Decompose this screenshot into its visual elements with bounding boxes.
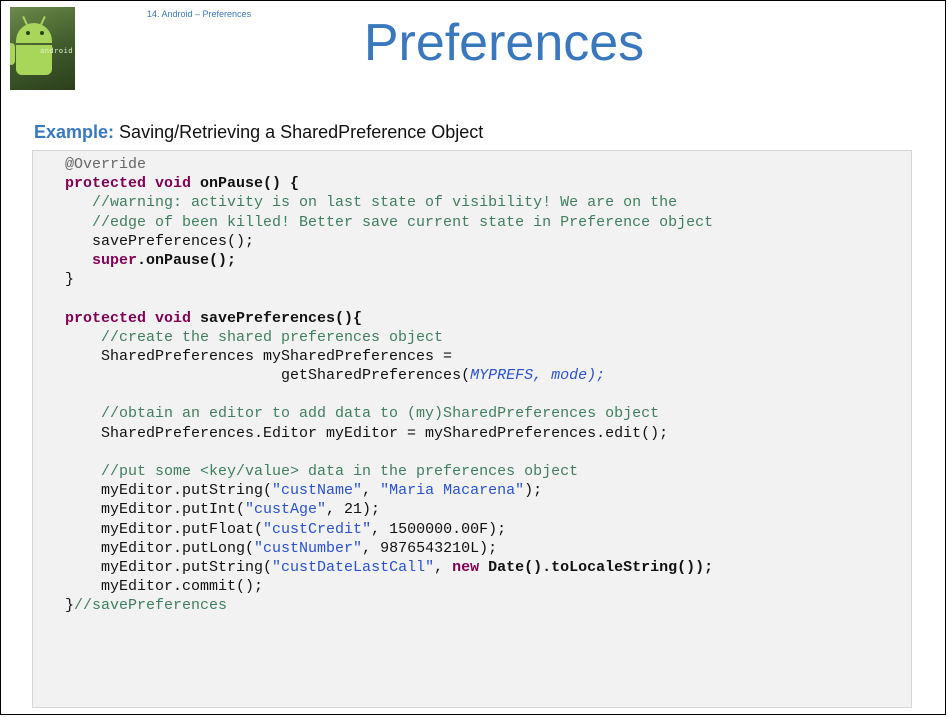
example-text: Saving/Retrieving a SharedPreference Obj… — [114, 122, 484, 142]
statement: getSharedPreferences( — [65, 367, 471, 385]
method-signature: onPause() { — [191, 175, 300, 193]
argument: , mode); — [533, 367, 606, 385]
brace: } — [65, 597, 75, 615]
page-title: Preferences — [363, 14, 645, 72]
code-line: //warning: activity is on last state of … — [65, 193, 713, 212]
statement: myEditor.putInt( — [65, 501, 246, 519]
string-literal: "custDateLastCall" — [272, 558, 435, 576]
brace: } — [65, 271, 75, 289]
code-line: SharedPreferences.Editor myEditor = mySh… — [65, 424, 713, 443]
code-line: protected void savePreferences(){ — [65, 309, 713, 328]
code-line: myEditor.putInt("custAge", 21); — [65, 500, 713, 519]
code-line: super.onPause(); — [65, 251, 713, 270]
code-line: //put some <key/value> data in the prefe… — [65, 462, 713, 481]
statement: myEditor.putString( — [65, 482, 273, 500]
code-line: //create the shared preferences object — [65, 328, 713, 347]
string-literal: "custCredit" — [263, 520, 372, 538]
code-listing: @Override protected void onPause() { //w… — [65, 155, 713, 616]
comment: //obtain an editor to add data to (my)Sh… — [65, 405, 660, 423]
comment: //create the shared preferences object — [65, 328, 444, 346]
statement: SharedPreferences mySharedPreferences = — [65, 347, 453, 365]
string-literal: "custNumber" — [254, 539, 363, 557]
example-label: Example: — [34, 122, 115, 142]
argument: , 21); — [326, 501, 381, 519]
code-line: SharedPreferences mySharedPreferences = — [65, 347, 713, 366]
statement: .onPause(); — [137, 251, 237, 269]
statement: myEditor.putString( — [65, 558, 273, 576]
annotation: @Override — [65, 156, 147, 173]
comment: //edge of been killed! Better save curre… — [65, 213, 714, 231]
statement: Date().toLocaleString()); — [479, 558, 714, 576]
statement: savePreferences(); — [65, 232, 255, 250]
code-line: savePreferences(); — [65, 232, 713, 251]
comment: //put some <key/value> data in the prefe… — [65, 463, 579, 480]
punctuation: ); — [524, 482, 543, 500]
code-line: }//savePreferences — [65, 596, 713, 615]
statement: myEditor.putLong( — [65, 539, 255, 557]
code-line: myEditor.putFloat("custCredit", 1500000.… — [65, 520, 713, 539]
string-literal: "custName" — [272, 482, 363, 500]
code-line: myEditor.putString("custDateLastCall", n… — [65, 558, 713, 577]
comment: //warning: activity is on last state of … — [65, 194, 678, 212]
code-line: //obtain an editor to add data to (my)Sh… — [65, 404, 713, 423]
statement: SharedPreferences.Editor myEditor = mySh… — [65, 424, 669, 442]
argument: , 1500000.00F); — [371, 520, 507, 538]
code-line: //edge of been killed! Better save curre… — [65, 213, 713, 232]
argument: , 9876543210L); — [362, 539, 498, 557]
keyword: super — [65, 251, 138, 269]
code-line: myEditor.putLong("custNumber", 987654321… — [65, 539, 713, 558]
punctuation: , — [434, 558, 453, 576]
statement: myEditor.commit(); — [65, 578, 264, 596]
string-literal: "custAge" — [245, 501, 327, 519]
keyword: protected void — [65, 175, 192, 193]
code-line: getSharedPreferences(MYPREFS, mode); — [65, 366, 713, 385]
code-line: protected void onPause() { — [65, 174, 713, 193]
statement: myEditor.putFloat( — [65, 520, 264, 538]
code-line: @Override — [65, 155, 713, 174]
punctuation: , — [362, 482, 381, 500]
constant: MYPREFS — [470, 367, 534, 385]
code-line: } — [65, 270, 713, 289]
keyword: new — [452, 558, 480, 576]
comment: //savePreferences — [74, 597, 228, 615]
example-heading: Example: Saving/Retrieving a SharedPrefe… — [34, 122, 483, 143]
method-signature: savePreferences(){ — [191, 309, 363, 327]
keyword: protected void — [65, 309, 192, 327]
code-line: myEditor.putString("custName", "Maria Ma… — [65, 481, 713, 500]
code-line: myEditor.commit(); — [65, 577, 713, 596]
string-literal: "Maria Macarena" — [380, 482, 525, 500]
